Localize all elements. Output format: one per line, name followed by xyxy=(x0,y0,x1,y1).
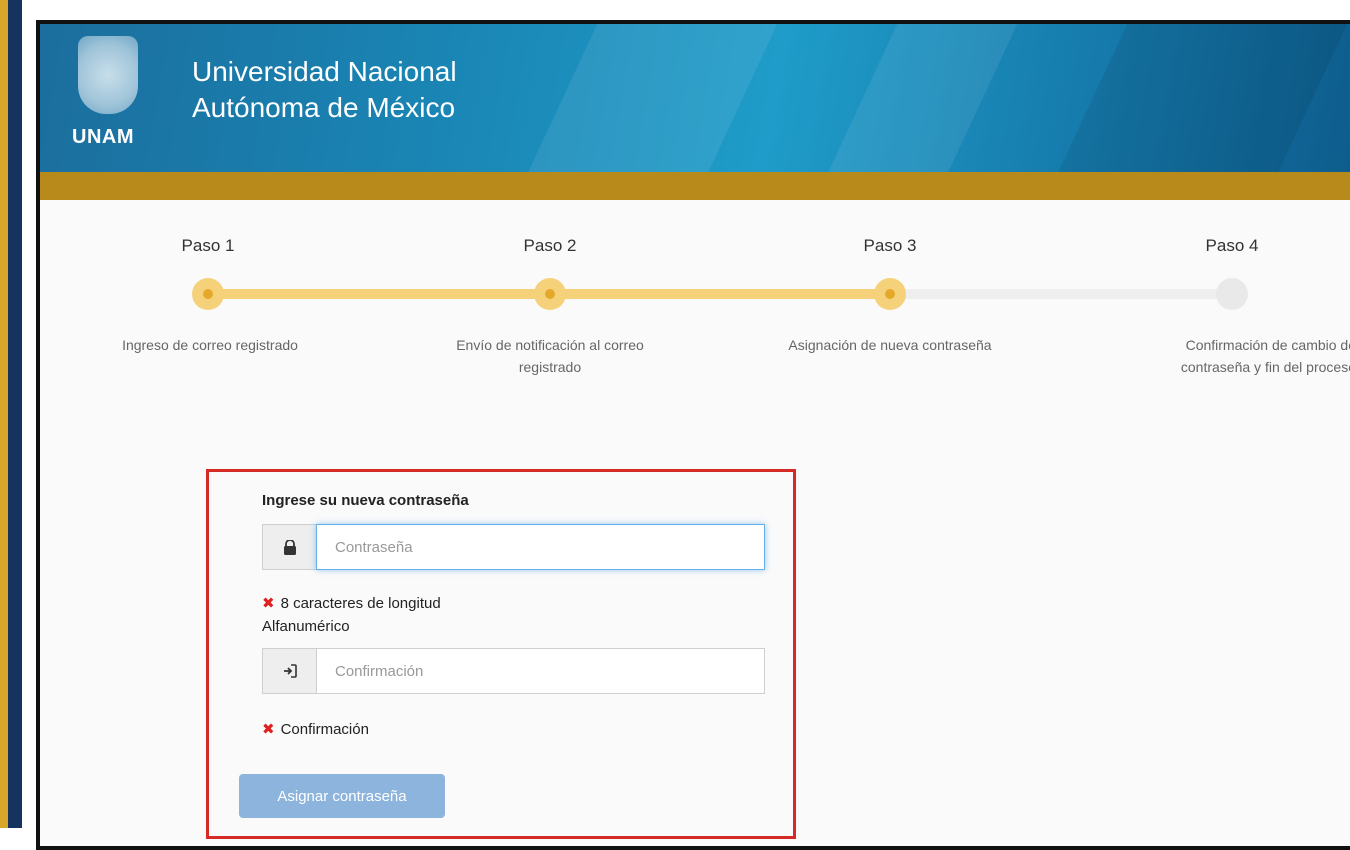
logo-text: UNAM xyxy=(72,126,134,148)
step-4-title: Paso 4 xyxy=(1205,236,1259,255)
step-1-desc-line: Ingreso de correo registrado xyxy=(122,337,298,353)
step-1-description: Ingreso de correo registrado xyxy=(60,334,360,356)
step-3-description: Asignación de nueva contraseña xyxy=(740,334,1040,356)
form-heading: Ingrese su nueva contraseña xyxy=(262,492,469,509)
assign-password-button[interactable]: Asignar contraseña xyxy=(239,774,445,818)
step-4-indicator xyxy=(1216,278,1248,310)
rule-confirm: ✖ Confirmación xyxy=(262,720,369,738)
header-gold-bar xyxy=(40,172,1350,200)
password-input-group xyxy=(262,524,765,570)
x-icon: ✖ xyxy=(262,595,275,612)
screenshot-frame: UNAM Universidad Nacional Autónoma de Mé… xyxy=(36,20,1350,850)
confirm-password-input[interactable] xyxy=(316,648,765,694)
step-3-title: Paso 3 xyxy=(863,236,917,255)
site-header: UNAM Universidad Nacional Autónoma de Mé… xyxy=(40,24,1350,172)
header-facet xyxy=(813,24,1027,172)
progress-track-pending xyxy=(890,289,1235,299)
university-name-line1: Universidad Nacional xyxy=(192,56,457,87)
step-2-desc-line2: registrado xyxy=(518,359,582,375)
step-2-description: Envío de notificación al correo registra… xyxy=(400,334,700,378)
step-3-indicator xyxy=(874,278,906,310)
x-icon: ✖ xyxy=(262,721,275,738)
header-facet xyxy=(513,24,787,172)
lock-icon xyxy=(262,524,316,570)
step-1-title: Paso 1 xyxy=(181,236,235,255)
university-name: Universidad Nacional Autónoma de México xyxy=(192,54,457,126)
sign-in-icon-svg xyxy=(283,664,297,678)
step-1-indicator xyxy=(192,278,224,310)
step-2-title: Paso 2 xyxy=(523,236,577,255)
confirm-input-group xyxy=(262,648,765,694)
frame-gap xyxy=(22,0,36,828)
step-4-desc-line1: Confirmación de cambio de xyxy=(1185,337,1350,353)
frame-navy-edge xyxy=(8,0,22,828)
header-facet xyxy=(1043,24,1350,172)
rule-alphanumeric: Alfanumérico xyxy=(262,618,350,635)
rule-length-text: 8 caracteres de longitud xyxy=(280,595,441,612)
rule-confirm-text: Confirmación xyxy=(280,721,369,738)
step-2-desc-line1: Envío de notificación al correo xyxy=(456,337,644,353)
password-form: Ingrese su nueva contraseña ✖ 8 caractere… xyxy=(206,469,796,839)
step-2-indicator xyxy=(534,278,566,310)
step-4-desc-line2: contraseña y fin del proceso xyxy=(1180,359,1350,375)
university-name-line2: Autónoma de México xyxy=(192,92,456,123)
unam-logo[interactable]: UNAM xyxy=(68,32,152,150)
step-3-desc-line: Asignación de nueva contraseña xyxy=(788,337,992,353)
frame-gold-edge xyxy=(0,0,8,828)
lock-icon-svg xyxy=(283,539,296,555)
step-4-description: Confirmación de cambio de contraseña y f… xyxy=(1080,334,1350,378)
password-input[interactable] xyxy=(316,524,765,570)
rule-length: ✖ 8 caracteres de longitud xyxy=(262,594,441,612)
unam-shield-icon xyxy=(78,36,138,114)
sign-in-icon xyxy=(262,648,316,694)
